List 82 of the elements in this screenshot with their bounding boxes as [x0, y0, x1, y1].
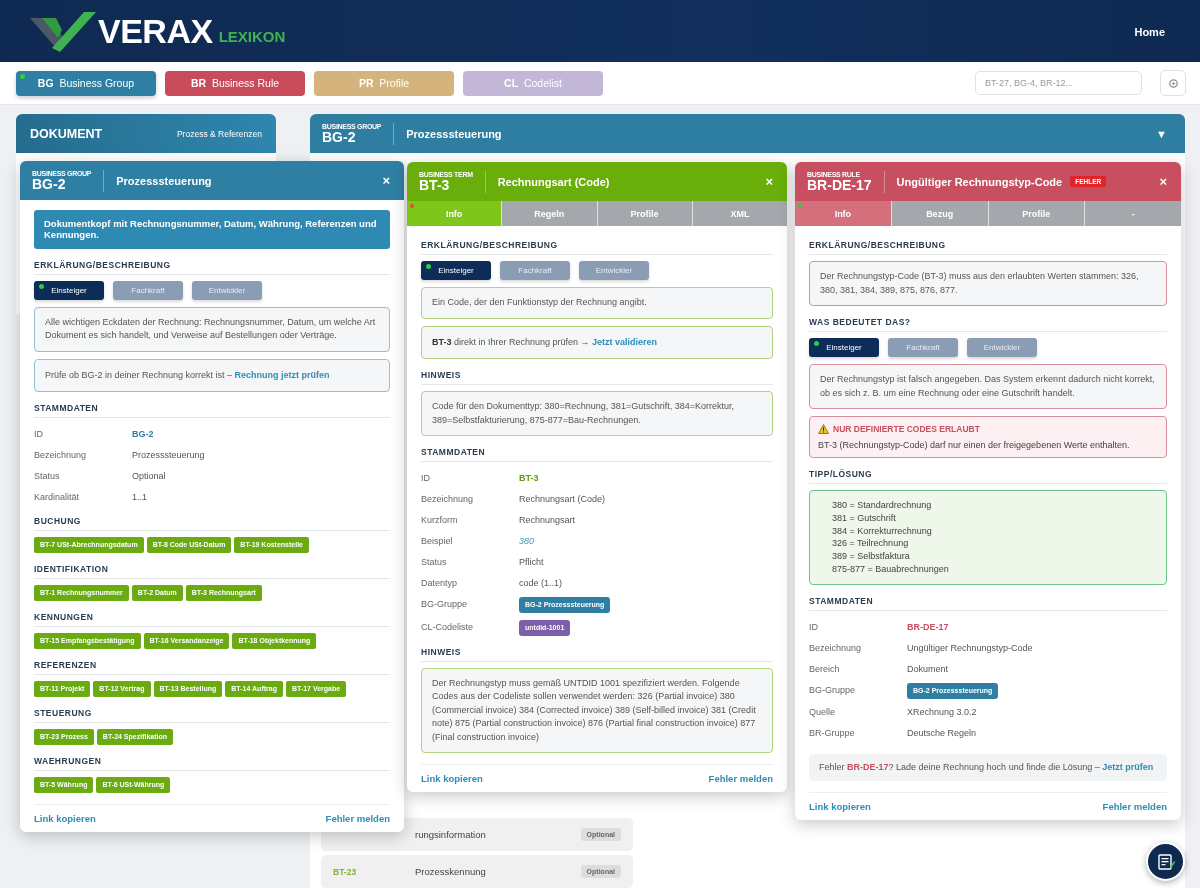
- field-label: Bezeichnung: [34, 449, 88, 463]
- logo-subtitle: LEXIKON: [218, 27, 286, 45]
- section-heading: HINWEIS: [421, 642, 773, 662]
- description-box: Alle wichtigen Eckdaten der Rechnung: Rechnungsnummer, Datum, um welche Art Dokument es sich handelt, und Verweise auf Bestellungen oder Verträge.: [34, 306, 390, 352]
- field-value: Rechnungsart (Code): [519, 494, 606, 504]
- validate-prompt: BT-3 direkt in Ihrer Rechnung prüfen → Jetzt validieren: [421, 325, 773, 359]
- field-label: Datentyp: [421, 577, 459, 590]
- panel-subtitle: Prozess & Referenzen: [176, 128, 262, 139]
- field-label: CL-Codeliste: [421, 620, 475, 634]
- item-id: BR-DE-17: [807, 177, 872, 193]
- description-box: Der Rechnungstyp muss gemäß UNTDID 1001 spezifiziert werden. Folgende Codes aus der Codeliste sollen verwendet werden: 326 (Partial invoice) 380 (Commercial invoice) 384 (Corrected invoice) 389 (Self-billed invoice) 381 (Credit note) 875 (Partial construction invoice) 876 (Partial final construction invoice) 877 (Final construction invoice): [421, 667, 773, 753]
- code-line: 389 = Selbstfaktura: [832, 550, 911, 563]
- field-label: BG-Gruppe: [809, 683, 857, 697]
- description-box: Ein Code, der den Funktionstyp der Rechnung angibt.: [421, 287, 773, 319]
- section-heading: STAMMDATEN: [809, 591, 1167, 611]
- section-heading: IDENTIFIKATION: [34, 559, 390, 579]
- field-value: BT-3: [519, 473, 539, 483]
- field-label: Kardinalität: [34, 491, 81, 505]
- section-heading: STAMMDATEN: [34, 399, 390, 419]
- field-label: Status: [34, 470, 61, 484]
- section-heading: KENNUNGEN: [34, 607, 390, 627]
- field-label: Quelle: [809, 706, 836, 720]
- summary-banner: Dokumentkopf mit Rechnungsnummer, Datum, Währung, Referenzen und Kennungen.: [34, 210, 390, 249]
- field-value: 1..1: [132, 492, 147, 503]
- field-value: Prozesssteuerung: [132, 450, 205, 461]
- section-heading: WAS BEDEUTET DAS?: [809, 313, 1167, 332]
- panel-title: Prozesssteuerung: [406, 127, 503, 140]
- field-value: Pflicht: [519, 557, 544, 567]
- field-label: Beispiel: [421, 535, 454, 548]
- section-heading: BUCHUNG: [34, 511, 390, 531]
- validate-prompt: Prüfe ob BG-2 in deiner Rechnung korrekt ist – Rechnung jetzt prüfen: [34, 358, 390, 393]
- section-heading: STAMMDATEN: [421, 443, 773, 462]
- code-line: 326 = Teilrechnung: [832, 537, 910, 551]
- field-label: Bezeichnung: [809, 641, 863, 655]
- code-line: 384 = Korrekturrechnung: [832, 524, 933, 538]
- code-line: 875-877 = Bauabrechnungen: [832, 563, 950, 576]
- field-value: BR-DE-17: [907, 621, 949, 632]
- section-heading: ERKLÄRUNG/BESCHREIBUNG: [809, 236, 1167, 255]
- popup-title: Prozesssteuerung: [116, 174, 212, 187]
- field-label: BG-Gruppe: [421, 598, 469, 611]
- section-heading: REFERENZEN: [34, 655, 390, 675]
- section-heading: HINWEIS: [421, 366, 773, 385]
- field-value: 380: [519, 536, 535, 546]
- field-label: BR-Gruppe: [809, 727, 856, 741]
- section-heading: ERKLÄRUNG/BESCHREIBUNG: [34, 255, 390, 275]
- logo-text: VERAX: [98, 11, 213, 51]
- item-id: BT-3: [419, 177, 450, 193]
- popup-title: Ungültiger Rechnungstyp-Code: [896, 175, 1063, 188]
- field-value: Dokument: [907, 663, 949, 674]
- field-label: Bereich: [809, 662, 841, 676]
- field-label: ID: [34, 428, 44, 442]
- section-heading: TIPP/LÖSUNG: [809, 465, 1167, 484]
- description-box: Der Rechnungstyp-Code (BT-3) muss aus den erlaubten Werten stammen: 326, 380, 381, 384, 389, 875, 876, 877.: [809, 261, 1167, 306]
- field-label: Status: [421, 556, 448, 569]
- section-heading: STEUERUNG: [34, 703, 390, 723]
- term-code: BT-23: [333, 866, 358, 877]
- validate-prompt: Fehler BR-DE-17? Lade deine Rechnung hoch und finde die Lösung – Jetzt prüfen: [809, 753, 1167, 782]
- term-name: Prozesskennung: [415, 866, 487, 877]
- field-value: Ungültiger Rechnungstyp-Code: [907, 642, 1033, 653]
- description-box: Der Rechnungstyp ist falsch angegeben. Das System erkennt dadurch nicht korrekt, ob es sich z. B. um eine Rechnung oder eine Gutschrift handelt.: [809, 364, 1167, 409]
- field-label: Bezeichnung: [421, 493, 475, 506]
- item-id: BG-2: [32, 176, 67, 192]
- field-label: ID: [421, 472, 431, 485]
- warning-text: BT-3 (Rechnungstyp-Code) darf nur einen der freigegebenen Werte enthalten.: [818, 440, 1131, 450]
- field-value: Rechnungsart: [519, 515, 576, 525]
- popup-title: Rechnungsart (Code): [497, 175, 610, 188]
- code-line: 381 = Gutschrift: [832, 511, 897, 525]
- field-label: Kurzform: [421, 514, 459, 527]
- field-label: ID: [809, 620, 819, 634]
- group-id: BG-2: [322, 129, 357, 145]
- field-value: Deutsche Regeln: [907, 728, 977, 739]
- section-heading: WAEHRUNGEN: [34, 751, 390, 771]
- term-name: rungsinformation: [415, 829, 487, 840]
- field-value: code (1..1): [519, 578, 563, 588]
- code-line: 380 = Standardrechnung: [832, 499, 933, 512]
- field-value: Optional: [132, 471, 166, 482]
- section-heading: ERKLÄRUNG/BESCHREIBUNG: [421, 236, 773, 255]
- panel-title: DOKUMENT: [30, 126, 103, 141]
- description-box: Code für den Dokumenttyp: 380=Rechnung, 381=Gutschrift, 384=Korrektur, 389=Selbstfakturierung, 875-877=Bau-Rechnungen.: [421, 391, 773, 436]
- field-value: BG-2: [132, 429, 154, 440]
- field-value: XRechnung 3.0.2: [907, 707, 977, 718]
- warning-title: NUR DEFINIERTE CODES ERLAUBT: [833, 424, 980, 434]
